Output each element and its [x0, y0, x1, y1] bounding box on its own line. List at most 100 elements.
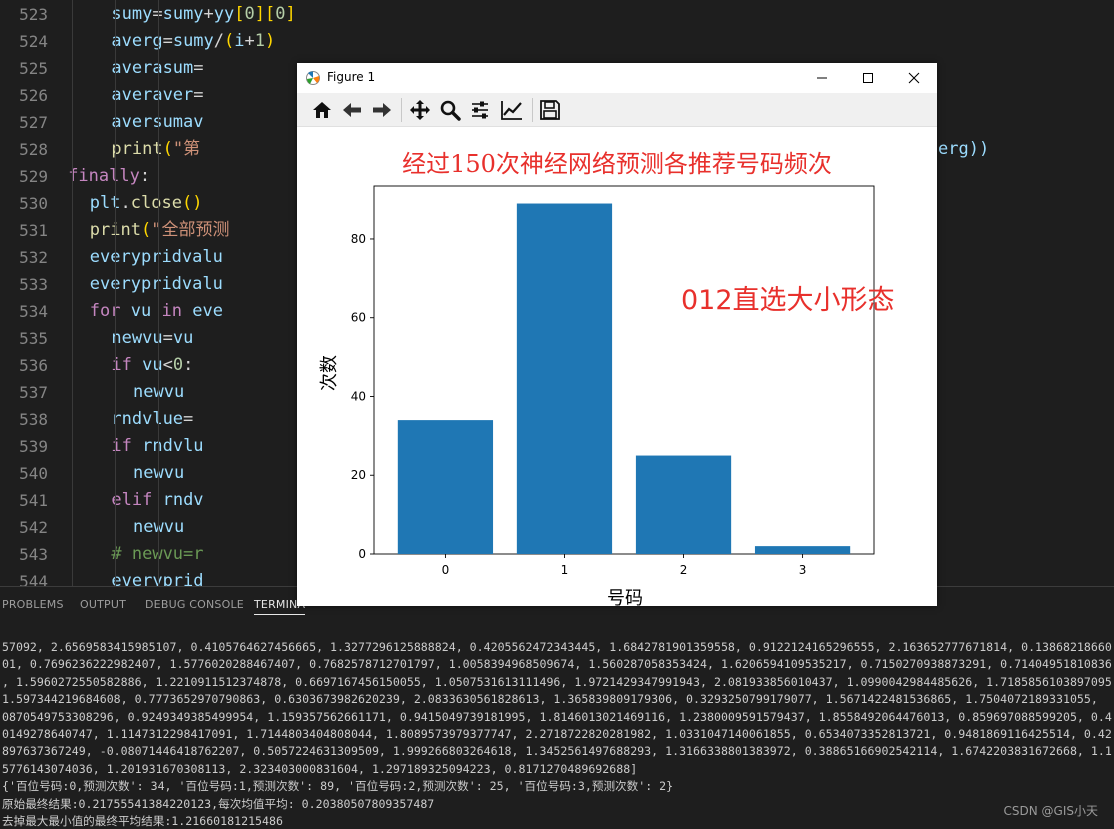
- terminal-line: {'百位号码:0,预测次数': 34, '百位号码:1,预测次数': 89, '…: [2, 779, 674, 794]
- bar-chart[interactable]: 经过150次神经网络预测各推荐号码频次 0 1 2 3 0 20 40 60 80 号码 次数: [297, 127, 937, 606]
- back-button[interactable]: [339, 98, 365, 122]
- code-line[interactable]: print("第: [111, 136, 200, 163]
- forward-arrow-icon: [373, 103, 391, 117]
- pan-button[interactable]: [407, 98, 433, 122]
- code-line[interactable]: sumy=sumy+yy[0][0]: [111, 1, 295, 28]
- terminal-output[interactable]: 57092, 2.6569583415985107, 0.41057646274…: [2, 639, 1114, 829]
- configure-subplots-button[interactable]: [467, 98, 493, 122]
- close-button[interactable]: [891, 63, 937, 93]
- terminal-line: 57092, 2.6569583415985107, 0.41057646274…: [2, 640, 1112, 654]
- line-number: 523: [19, 5, 48, 24]
- code-line[interactable]: everypridvalu: [90, 244, 223, 271]
- x-tick-label: 2: [680, 563, 688, 577]
- code-token: vu: [172, 328, 194, 348]
- y-tick-label: 0: [358, 547, 366, 561]
- code-token: +: [203, 4, 214, 24]
- minimize-icon: [817, 77, 827, 79]
- edit-axis-button[interactable]: [499, 98, 525, 122]
- terminal-line: 897637367249, -0.08071446418762207, 0.50…: [2, 744, 1112, 759]
- code-token: [: [265, 4, 276, 24]
- code-line-tail: erg)): [938, 136, 989, 163]
- home-button[interactable]: [309, 98, 335, 122]
- y-tick-label: 20: [351, 468, 366, 482]
- line-number: 540: [19, 464, 48, 483]
- terminal-line: 原始最终结果:0.21755541384220123,每次均值平均: 0.203…: [2, 796, 435, 811]
- forward-button[interactable]: [369, 98, 395, 122]
- code-line[interactable]: if vu<0:: [111, 352, 193, 379]
- x-axis-label: 号码: [607, 588, 643, 606]
- bar-0: [397, 420, 494, 554]
- terminal-line: 0870549753308296, 0.9249349385499954, 1.…: [2, 709, 1112, 724]
- code-token: sumy: [172, 31, 214, 51]
- line-number: 530: [19, 194, 48, 213]
- code-token: "全部预测: [151, 220, 230, 240]
- bottom-panel: PROBLEMS OUTPUT DEBUG CONSOLE TERMINA 57…: [0, 586, 1114, 829]
- tab-output[interactable]: OUTPUT: [80, 598, 126, 611]
- code-token: =: [193, 85, 204, 105]
- bars: [397, 203, 851, 554]
- code-token: eve: [192, 301, 223, 321]
- code-token: rndvlue: [111, 409, 184, 429]
- terminal-line: 1.597344219684608, 0.7773652970790863, 0…: [2, 692, 1098, 707]
- code-token: rndv: [162, 490, 204, 510]
- line-number: 538: [19, 410, 48, 429]
- tab-problems[interactable]: PROBLEMS: [2, 598, 64, 611]
- maximize-icon: [863, 73, 873, 83]
- code-token: sumy: [111, 4, 153, 24]
- line-number: 543: [19, 545, 48, 564]
- home-icon: [313, 102, 331, 118]
- code-token: 0: [275, 4, 286, 24]
- terminal-line: 去掉最大最小值的最终平均结果:1.21660181215486: [2, 813, 283, 828]
- terminal-line: 01, 0.7696236222982407, 1.57760202884674…: [2, 657, 1112, 672]
- figure-toolbar: [297, 93, 937, 127]
- y-axis-label: 次数: [319, 355, 340, 391]
- save-floppy-icon: [540, 100, 560, 120]
- code-token: averaver: [111, 85, 194, 105]
- code-token: =: [162, 328, 173, 348]
- code-line[interactable]: for vu in eve: [90, 298, 223, 325]
- code-token: in: [161, 301, 182, 321]
- code-line[interactable]: averg=sumy/(i+1): [111, 28, 275, 55]
- chart-title: 经过150次神经网络预测各推荐号码频次: [402, 150, 832, 178]
- minimize-button[interactable]: [799, 63, 845, 93]
- code-token: everypridvalu: [89, 247, 223, 267]
- terminal-line: 0149278640747, 1.1147312298417091, 1.714…: [2, 726, 1112, 741]
- line-number: 528: [19, 140, 48, 159]
- window-titlebar[interactable]: Figure 1: [297, 63, 937, 93]
- line-number: 534: [19, 302, 48, 321]
- code-token: i: [234, 31, 245, 51]
- line-number: 539: [19, 437, 48, 456]
- code-line[interactable]: rndvlue=: [111, 406, 193, 433]
- code-token: close: [130, 193, 182, 213]
- y-tick-label: 40: [351, 389, 366, 403]
- bar-2: [635, 455, 732, 554]
- zoom-button[interactable]: [437, 98, 463, 122]
- line-number: 526: [19, 86, 48, 105]
- configure-subplots-icon: [472, 101, 488, 119]
- code-token: erg)): [938, 139, 990, 159]
- code-token: averg: [111, 31, 163, 51]
- code-token: print: [111, 139, 163, 159]
- code-token: averasum: [111, 58, 194, 78]
- line-number: 527: [19, 113, 48, 132]
- code-line[interactable]: everypridvalu: [90, 271, 223, 298]
- toolbar-separator: [532, 98, 533, 122]
- code-line[interactable]: plt.close(): [90, 190, 203, 217]
- maximize-button[interactable]: [845, 63, 891, 93]
- indent-guide: [72, 0, 73, 586]
- code-line[interactable]: finally:: [68, 163, 150, 190]
- figure-window[interactable]: Figure 1 经过150次神经网络预测各推荐号码频次 0 1 2 3 0 2…: [297, 63, 937, 606]
- line-number: 532: [19, 248, 48, 267]
- code-token: (: [140, 220, 152, 240]
- code-token: vu: [130, 301, 152, 321]
- code-token: :: [139, 166, 151, 186]
- code-line[interactable]: print("全部预测: [90, 217, 230, 244]
- code-token: ): [192, 193, 203, 213]
- code-token: ]: [254, 4, 266, 24]
- code-line[interactable]: newvu=vu: [111, 325, 193, 352]
- edit-axis-icon: [501, 101, 522, 120]
- tab-debug-console[interactable]: DEBUG CONSOLE: [145, 598, 244, 611]
- code-token: <: [162, 355, 173, 375]
- code-token: (: [162, 139, 173, 159]
- save-button[interactable]: [537, 98, 563, 122]
